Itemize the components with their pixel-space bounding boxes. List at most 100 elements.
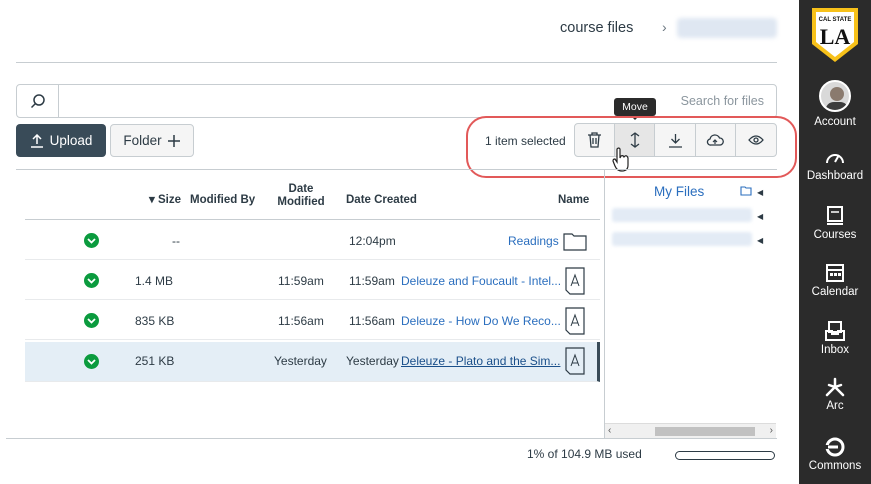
pdf-icon xyxy=(565,347,585,375)
footer-divider xyxy=(6,438,777,439)
nav-courses[interactable]: Courses xyxy=(799,205,871,241)
logo-top-text: CAL STATE xyxy=(819,17,852,23)
nav-commons-label: Commons xyxy=(808,460,862,472)
breadcrumb-course-name[interactable] xyxy=(677,18,777,38)
table-row[interactable]: Deleuze and Foucault - Intel... 11:59am … xyxy=(25,262,600,300)
delete-button[interactable] xyxy=(575,124,616,156)
storage-quota-bar xyxy=(675,451,775,460)
header-divider xyxy=(16,62,777,63)
calendar-icon xyxy=(826,264,844,282)
cloud-icon xyxy=(707,134,725,146)
table-header: Name Date Created Date Modified Modified … xyxy=(25,180,600,220)
date-modified: 11:59am xyxy=(278,274,324,288)
date-modified: 11:56am xyxy=(278,314,324,328)
column-header-date-created[interactable]: Date Created xyxy=(346,194,417,207)
search-button[interactable] xyxy=(17,85,59,117)
tree-expand-arrow[interactable]: ◀ xyxy=(757,236,763,245)
folder-label: Folder xyxy=(123,133,162,148)
file-name-link[interactable]: Deleuze and Foucault - Intel... xyxy=(401,274,561,288)
move-icon xyxy=(630,132,640,148)
date-created: 12:04pm xyxy=(349,234,396,248)
tree-root-my-files[interactable]: My Files xyxy=(654,184,704,199)
scrollbar-thumb[interactable] xyxy=(655,427,755,436)
nav-account-label: Account xyxy=(814,116,856,128)
nav-commons[interactable]: Commons xyxy=(799,436,871,472)
search-placeholder: Search for files xyxy=(680,94,764,108)
eye-icon xyxy=(748,135,764,145)
search-field[interactable]: Search for files xyxy=(16,84,777,118)
selection-status: 1 item selected xyxy=(485,134,566,148)
cal-state-la-logo[interactable]: CAL STATE LA xyxy=(808,4,862,66)
nav-dashboard[interactable]: Dashboard xyxy=(799,148,871,182)
size-header-label: Size xyxy=(157,194,181,206)
table-row-selected[interactable]: Deleuze - Plato and the Sim... Yesterday… xyxy=(25,342,600,382)
search-icon xyxy=(30,94,45,109)
file-name-link[interactable]: Deleuze - How Do We Reco... xyxy=(401,314,561,328)
nav-arc[interactable]: Arc xyxy=(799,376,871,412)
inbox-icon xyxy=(825,321,845,341)
arc-icon xyxy=(825,377,845,397)
date-created: 11:59am xyxy=(349,274,395,288)
download-button[interactable] xyxy=(655,124,696,156)
published-check-icon[interactable] xyxy=(84,313,99,328)
file-actions-toolbar xyxy=(574,123,777,157)
courses-icon xyxy=(827,206,843,225)
nav-inbox[interactable]: Inbox xyxy=(799,320,871,356)
download-icon xyxy=(668,133,682,148)
logo-main-text: LA xyxy=(820,24,851,49)
published-check-icon[interactable] xyxy=(84,273,99,288)
published-check-icon[interactable] xyxy=(84,354,99,369)
nav-calendar-label: Calendar xyxy=(811,286,859,298)
cloud-publish-button[interactable] xyxy=(696,124,736,156)
file-name-link[interactable]: Readings xyxy=(508,234,559,248)
date-created: 11:56am xyxy=(349,314,395,328)
sort-caret-icon: ▾ xyxy=(149,194,158,206)
column-header-name[interactable]: Name xyxy=(558,194,589,207)
upload-label: Upload xyxy=(49,133,93,148)
nav-calendar[interactable]: Calendar xyxy=(799,262,871,298)
scroll-right-arrow[interactable]: › xyxy=(770,425,773,436)
column-header-date-modified[interactable]: Date Modified xyxy=(275,183,327,209)
file-name-link[interactable]: Deleuze - Plato and the Sim... xyxy=(401,354,560,368)
file-size: 835 KB xyxy=(135,314,175,328)
tree-horizontal-scrollbar[interactable]: ‹ › xyxy=(605,423,776,438)
nav-inbox-label: Inbox xyxy=(820,344,850,356)
file-size: 251 KB xyxy=(135,354,175,368)
nav-account[interactable]: Account xyxy=(799,80,871,128)
tree-item[interactable] xyxy=(612,208,752,222)
pdf-icon xyxy=(565,307,585,335)
breadcrumb-separator: › xyxy=(662,19,667,35)
trash-icon xyxy=(588,132,602,148)
nav-dashboard-label: Dashboard xyxy=(806,170,864,182)
upload-button[interactable]: Upload xyxy=(16,124,106,157)
storage-quota-text: 1% of 104.9 MB used xyxy=(527,447,642,461)
preview-button[interactable] xyxy=(736,124,776,156)
folder-icon xyxy=(563,233,587,251)
scroll-left-arrow[interactable]: ‹ xyxy=(608,425,611,436)
global-navigation: CAL STATE LA Account Dashboard Courses C… xyxy=(799,0,871,484)
table-row[interactable]: Readings 12:04pm -- xyxy=(25,222,600,260)
avatar xyxy=(819,80,851,112)
date-modified: Yesterday xyxy=(274,354,327,368)
column-header-modified-by[interactable]: Modified By xyxy=(190,194,255,207)
add-folder-button[interactable]: Folder xyxy=(110,124,194,157)
file-size: 1.4 MB xyxy=(135,274,174,288)
tree-expand-arrow[interactable]: ◀ xyxy=(757,188,763,197)
upload-icon xyxy=(30,133,43,148)
pdf-icon xyxy=(565,267,585,295)
tree-item[interactable] xyxy=(612,232,752,246)
nav-arc-label: Arc xyxy=(826,400,844,412)
column-header-size[interactable]: ▾ Size xyxy=(149,194,181,207)
plus-icon xyxy=(167,134,180,147)
tree-expand-arrow[interactable]: ◀ xyxy=(757,212,763,221)
date-created: Yesterday xyxy=(346,354,399,368)
date-modified-line2: Modified xyxy=(277,196,325,208)
folder-icon xyxy=(740,186,752,196)
dashboard-icon xyxy=(826,154,844,164)
file-size: -- xyxy=(172,234,180,248)
commons-icon xyxy=(824,437,845,457)
table-row[interactable]: Deleuze - How Do We Reco... 11:56am 11:5… xyxy=(25,302,600,340)
move-tooltip: Move xyxy=(614,98,656,120)
nav-courses-label: Courses xyxy=(813,229,857,241)
published-check-icon[interactable] xyxy=(84,233,99,248)
